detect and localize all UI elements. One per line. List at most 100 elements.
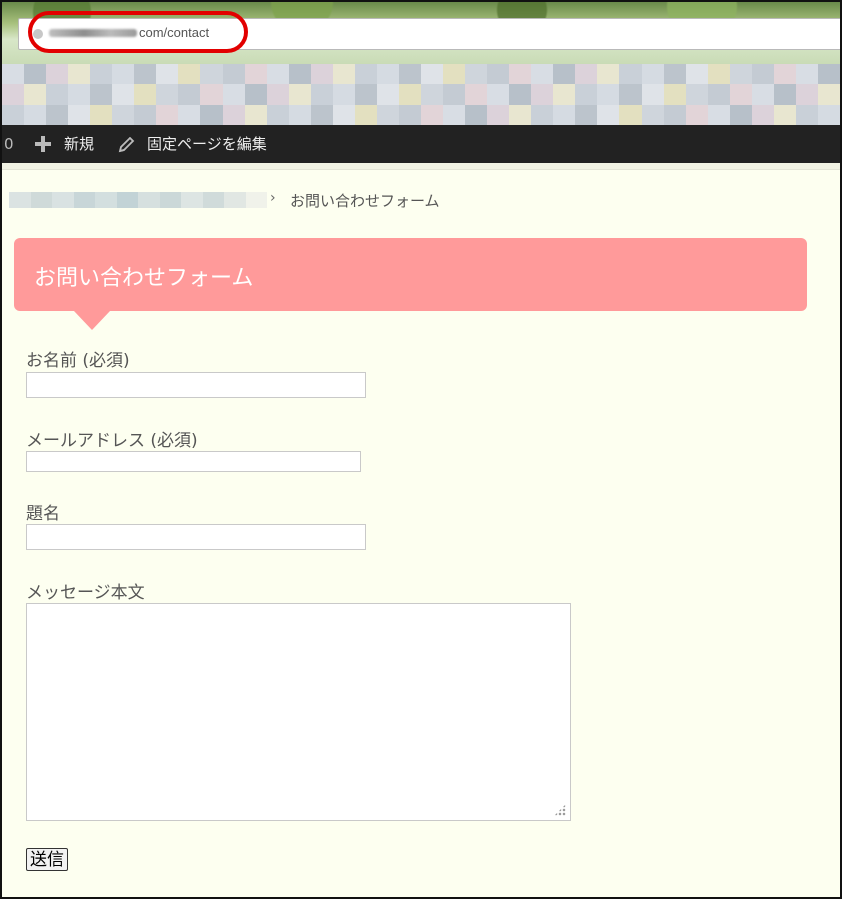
mosaic-tile xyxy=(751,84,774,105)
mosaic-tile xyxy=(354,84,377,105)
url-highlight-annotation xyxy=(28,11,248,53)
mosaic-tile xyxy=(597,84,620,105)
title-box-pointer xyxy=(74,311,110,330)
mosaic-tile xyxy=(685,84,708,105)
mosaic-tile xyxy=(222,64,245,85)
message-label: メッセージ本文 xyxy=(26,583,145,603)
name-input[interactable] xyxy=(26,372,366,398)
mosaic-tile xyxy=(641,84,664,105)
pencil-icon xyxy=(118,137,135,153)
breadcrumb-separator: › xyxy=(270,190,276,206)
mosaic-tile xyxy=(641,64,664,85)
mosaic-tile xyxy=(465,104,488,125)
mosaic-tile xyxy=(46,104,69,125)
mosaic-tile xyxy=(46,84,69,105)
admin-new-button[interactable]: 新規 xyxy=(64,125,94,163)
mosaic-tile xyxy=(553,64,576,85)
mosaic-tile xyxy=(443,104,466,125)
mosaic-tile xyxy=(509,84,532,105)
email-input[interactable] xyxy=(26,451,361,472)
mosaic-tile xyxy=(266,64,289,85)
mosaic-tile xyxy=(531,104,554,125)
mosaic-tile xyxy=(663,104,686,125)
breadcrumb-current: お問い合わせフォーム xyxy=(290,192,440,210)
mosaic-tile xyxy=(24,84,47,105)
browser-toolbar: com/contact xyxy=(2,2,840,64)
mosaic-tile xyxy=(398,64,421,85)
mosaic-tile xyxy=(487,104,510,125)
plus-icon xyxy=(35,136,51,152)
mosaic-tile xyxy=(420,64,444,85)
mosaic-tile xyxy=(597,104,620,125)
mosaic-tile xyxy=(817,64,840,85)
mosaic-tile xyxy=(2,104,25,125)
mosaic-tile xyxy=(288,104,311,125)
mosaic-tile xyxy=(24,104,47,125)
mosaic-tile xyxy=(200,84,223,105)
mosaic-tile xyxy=(398,104,421,125)
mosaic-tile xyxy=(178,64,201,85)
mosaic-tile xyxy=(398,84,421,105)
mosaic-tile xyxy=(68,104,91,125)
mosaic-tile xyxy=(134,84,157,105)
mosaic-tile xyxy=(619,64,642,85)
mosaic-tile xyxy=(200,104,223,125)
mosaic-tile xyxy=(90,104,113,125)
mosaic-tile xyxy=(178,84,201,105)
mosaic-tile xyxy=(222,104,245,125)
mosaic-tile xyxy=(575,84,598,105)
mosaic-tile xyxy=(751,64,774,85)
mosaic-tile xyxy=(156,64,179,85)
mosaic-tile xyxy=(553,84,576,105)
mosaic-tile xyxy=(310,84,333,105)
mosaic-tile xyxy=(531,64,554,85)
mosaic-tile xyxy=(354,64,377,85)
mosaic-tile xyxy=(443,84,466,105)
mosaic-tile xyxy=(685,104,708,125)
mosaic-tile xyxy=(619,104,642,125)
mosaic-tile xyxy=(531,84,554,105)
mosaic-tile xyxy=(24,64,47,85)
mosaic-tile xyxy=(465,84,488,105)
mosaic-tile xyxy=(2,64,25,85)
mosaic-tile xyxy=(156,84,179,105)
mosaic-tile xyxy=(641,104,664,125)
mosaic-tile xyxy=(773,104,796,125)
mosaic-tile xyxy=(156,104,179,125)
mosaic-tile xyxy=(729,84,752,105)
mosaic-tile xyxy=(288,84,311,105)
mosaic-tile xyxy=(46,64,69,85)
screenshot-frame: com/contact 0 新規 固定ページを編集 › お問い合わせフォーム お… xyxy=(0,0,842,899)
mosaic-tile xyxy=(707,64,730,85)
mosaic-tile xyxy=(288,64,311,85)
message-textarea[interactable] xyxy=(26,603,571,821)
mosaic-tile xyxy=(751,104,774,125)
mosaic-tile xyxy=(729,64,752,85)
mosaic-tile xyxy=(134,64,157,85)
mosaic-tile xyxy=(332,84,355,105)
mosaic-tile xyxy=(487,84,510,105)
mosaic-tile xyxy=(244,104,267,125)
mosaic-tile xyxy=(178,104,201,125)
mosaic-tile xyxy=(244,84,267,105)
mosaic-tile xyxy=(729,104,752,125)
mosaic-tile xyxy=(112,64,135,85)
subject-input[interactable] xyxy=(26,524,366,550)
admin-counter[interactable]: 0 xyxy=(4,125,14,163)
mosaic-tile xyxy=(112,84,135,105)
mosaic-tile xyxy=(310,104,333,125)
mosaic-tile xyxy=(354,104,377,125)
submit-button[interactable]: 送信 xyxy=(26,848,68,871)
mosaic-tile xyxy=(619,84,642,105)
mosaic-tile xyxy=(2,84,25,105)
mosaic-tile xyxy=(90,64,113,85)
header-divider xyxy=(2,163,840,170)
admin-edit-page-button[interactable]: 固定ページを編集 xyxy=(147,125,267,163)
mosaic-tile xyxy=(465,64,488,85)
mosaic-tile xyxy=(773,84,796,105)
page-title: お問い合わせフォーム xyxy=(34,266,254,291)
mosaic-tile xyxy=(222,84,245,105)
mosaic-tile xyxy=(817,84,840,105)
mosaic-tile xyxy=(266,104,289,125)
mosaic-tile xyxy=(200,64,223,85)
